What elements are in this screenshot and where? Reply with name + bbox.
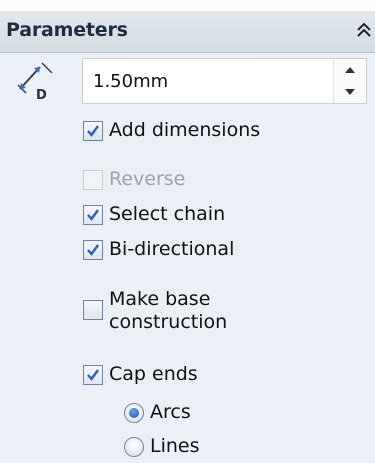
- add-dimensions-option[interactable]: Add dimensions: [83, 119, 261, 142]
- add-dimensions-label: Add dimensions: [109, 119, 261, 141]
- add-dimensions-checkbox[interactable]: [83, 121, 103, 141]
- reverse-option[interactable]: Reverse: [83, 168, 186, 191]
- parameters-header[interactable]: Parameters: [0, 11, 375, 53]
- svg-text:D: D: [36, 88, 47, 101]
- radio-selected-dot: [129, 408, 139, 418]
- make-base-construction-checkbox[interactable]: [83, 300, 103, 320]
- arcs-option[interactable]: Arcs: [124, 401, 191, 424]
- cap-ends-option[interactable]: Cap ends: [83, 363, 198, 386]
- select-chain-option[interactable]: Select chain: [83, 203, 226, 226]
- make-base-construction-line2: construction: [109, 311, 228, 333]
- lines-option[interactable]: Lines: [124, 435, 200, 458]
- spin-down-icon[interactable]: [334, 81, 366, 103]
- select-chain-checkbox[interactable]: [83, 205, 103, 225]
- collapse-chevron-icon[interactable]: [353, 19, 375, 43]
- make-base-construction-line1: Make base: [109, 288, 211, 310]
- cap-ends-checkbox[interactable]: [83, 365, 103, 385]
- reverse-label: Reverse: [109, 168, 186, 190]
- cap-ends-label: Cap ends: [109, 363, 198, 385]
- bi-directional-label: Bi-directional: [109, 238, 235, 260]
- property-manager-panel: Parameters D 1.50mm Add dimensions Rever…: [0, 0, 375, 463]
- reverse-checkbox[interactable]: [83, 170, 103, 190]
- arcs-radio[interactable]: [124, 403, 144, 423]
- distance-value[interactable]: 1.50mm: [93, 71, 168, 92]
- select-chain-label: Select chain: [109, 203, 226, 225]
- arcs-label: Arcs: [150, 401, 191, 423]
- spin-up-icon[interactable]: [334, 59, 366, 81]
- bi-directional-option[interactable]: Bi-directional: [83, 238, 235, 261]
- distance-spin-box[interactable]: 1.50mm: [82, 58, 367, 104]
- distance-dimension-icon: D: [16, 61, 56, 103]
- make-base-construction-option[interactable]: Make base construction: [83, 288, 227, 334]
- make-base-construction-label: Make base construction: [109, 288, 227, 334]
- lines-label: Lines: [150, 435, 200, 457]
- bi-directional-checkbox[interactable]: [83, 240, 103, 260]
- parameters-title: Parameters: [6, 19, 128, 41]
- spin-buttons: [333, 59, 366, 103]
- lines-radio[interactable]: [124, 437, 144, 457]
